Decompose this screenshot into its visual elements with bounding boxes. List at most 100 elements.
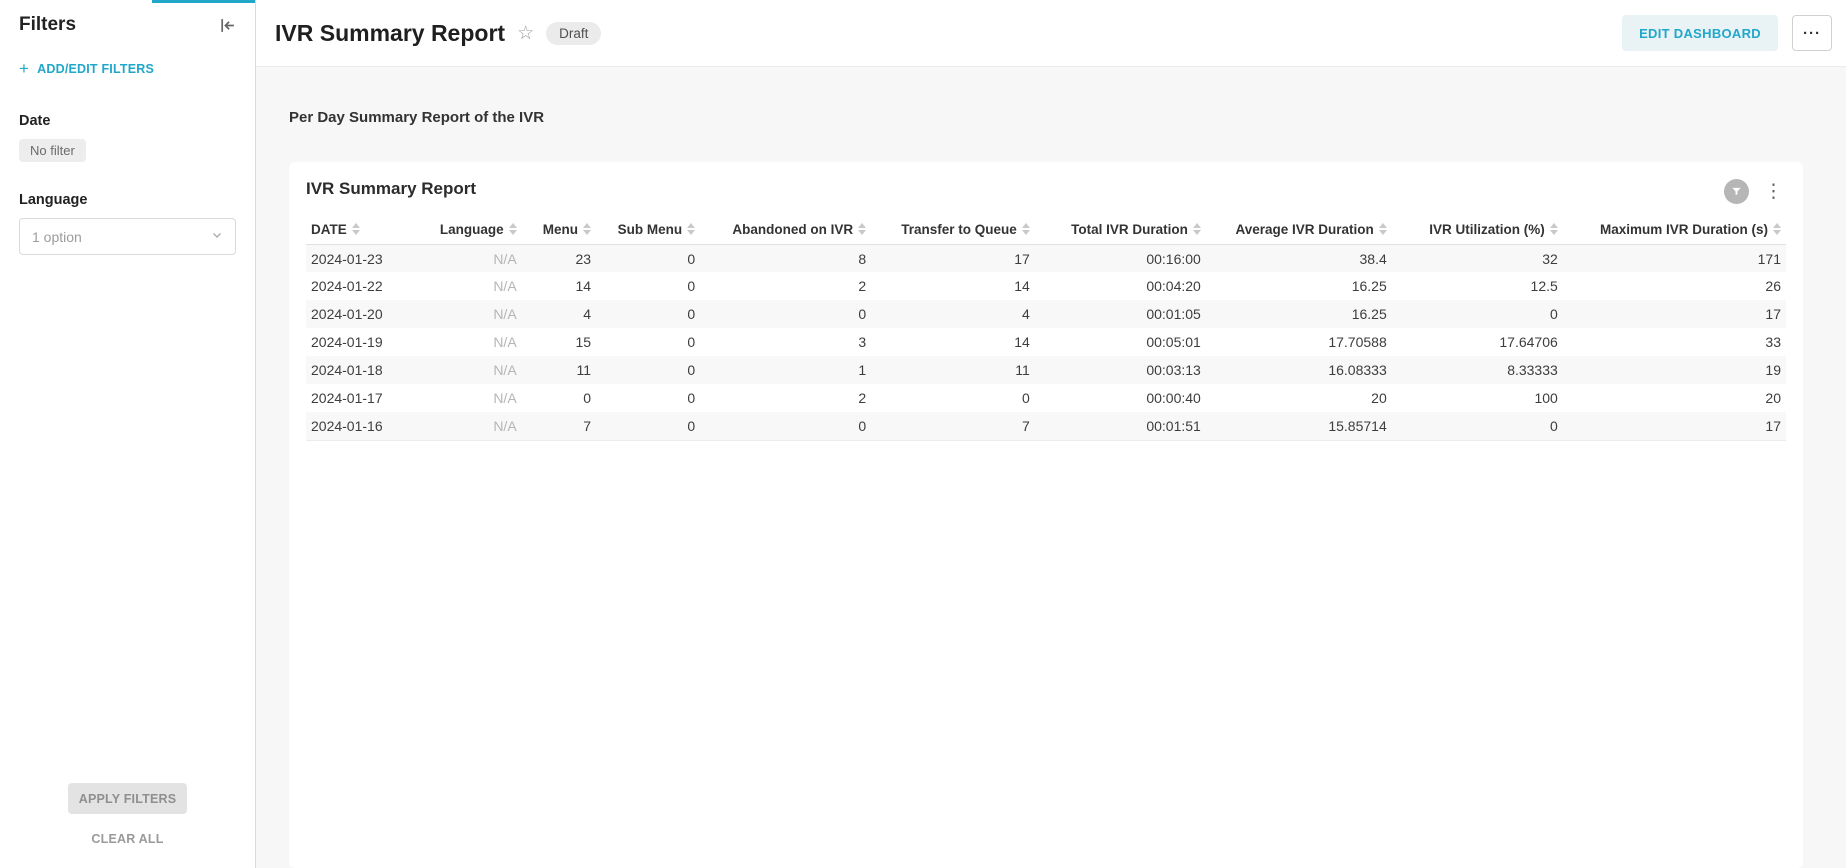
table-cell: 17 (1563, 412, 1786, 440)
sort-icon (687, 223, 695, 235)
table-cell: 14 (522, 272, 596, 300)
table-cell: 00:04:20 (1035, 272, 1206, 300)
table-cell: 2024-01-19 (306, 328, 432, 356)
table-cell: 0 (700, 412, 871, 440)
table-cell: 2024-01-23 (306, 244, 432, 272)
table-cell: 2 (700, 384, 871, 412)
plus-icon: + (19, 60, 29, 77)
table-cell: 2 (700, 272, 871, 300)
table-cell: N/A (432, 412, 521, 440)
table-cell: 15.85714 (1206, 412, 1392, 440)
table-cell: 0 (596, 244, 700, 272)
table-cell: 19 (1563, 356, 1786, 384)
table-cell: 100 (1392, 384, 1563, 412)
table-body: 2024-01-23N/A23081700:16:0038.4321712024… (306, 244, 1786, 440)
table-cell: 12.5 (1392, 272, 1563, 300)
table-cell: 17.70588 (1206, 328, 1392, 356)
chart-card: IVR Summary Report ⋮ DATELanguageMenuSub… (289, 162, 1803, 868)
column-header-menu[interactable]: Menu (522, 216, 596, 244)
table-row: 2024-01-22N/A14021400:04:2016.2512.526 (306, 272, 1786, 300)
sort-icon (509, 223, 517, 235)
column-header-total-ivr-duration[interactable]: Total IVR Duration (1035, 216, 1206, 244)
sort-icon (352, 223, 360, 235)
table-cell: 32 (1392, 244, 1563, 272)
ellipsis-icon: ··· (1803, 25, 1821, 42)
draft-badge: Draft (546, 22, 601, 45)
table-cell: 0 (596, 300, 700, 328)
table-cell: N/A (432, 328, 521, 356)
language-select[interactable]: 1 option (19, 218, 236, 255)
language-select-value: 1 option (32, 229, 82, 245)
chart-kebab-icon[interactable]: ⋮ (1761, 182, 1786, 201)
filters-sidebar: Filters + ADD/EDIT FILTERS Date No filte… (0, 0, 256, 868)
column-header-ivr-utilization[interactable]: IVR Utilization (%) (1392, 216, 1563, 244)
table-cell: N/A (432, 384, 521, 412)
table-cell: 0 (1392, 412, 1563, 440)
table-cell: 8 (700, 244, 871, 272)
page-title: IVR Summary Report (275, 20, 505, 47)
column-header-maximum-ivr-duration-s[interactable]: Maximum IVR Duration (s) (1563, 216, 1786, 244)
app-root: Filters + ADD/EDIT FILTERS Date No filte… (0, 0, 1846, 868)
table-cell: 14 (871, 328, 1035, 356)
cross-filter-icon[interactable] (1724, 179, 1749, 204)
table-cell: 0 (596, 384, 700, 412)
column-header-abandoned-on-ivr[interactable]: Abandoned on IVR (700, 216, 871, 244)
table-row: 2024-01-20N/A400400:01:0516.25017 (306, 300, 1786, 328)
sort-icon (1022, 223, 1030, 235)
table-cell: 00:03:13 (1035, 356, 1206, 384)
table-cell: 4 (522, 300, 596, 328)
column-header-average-ivr-duration[interactable]: Average IVR Duration (1206, 216, 1392, 244)
table-cell: 16.25 (1206, 300, 1392, 328)
apply-filters-button[interactable]: APPLY FILTERS (68, 783, 187, 814)
sort-icon (858, 223, 866, 235)
column-header-language[interactable]: Language (432, 216, 521, 244)
dashboard-description: Per Day Summary Report of the IVR (289, 109, 1803, 126)
date-filter-label: Date (19, 113, 236, 129)
date-filter-group: Date No filter (19, 113, 236, 162)
favorite-star-icon[interactable]: ☆ (517, 24, 534, 43)
edit-dashboard-button[interactable]: EDIT DASHBOARD (1622, 15, 1778, 51)
add-edit-filters-button[interactable]: + ADD/EDIT FILTERS (19, 60, 236, 77)
table-cell: 0 (522, 384, 596, 412)
column-header-transfer-to-queue[interactable]: Transfer to Queue (871, 216, 1035, 244)
table-cell: 2024-01-22 (306, 272, 432, 300)
table-cell: N/A (432, 300, 521, 328)
chart-title: IVR Summary Report (306, 179, 476, 199)
dashboard-body: Per Day Summary Report of the IVR IVR Su… (256, 67, 1846, 868)
more-options-button[interactable]: ··· (1792, 15, 1832, 51)
table-cell: 0 (871, 384, 1035, 412)
table-cell: 14 (871, 272, 1035, 300)
table-header-row: DATELanguageMenuSub MenuAbandoned on IVR… (306, 216, 1786, 244)
table-cell: 0 (596, 272, 700, 300)
dashboard-header: IVR Summary Report ☆ Draft EDIT DASHBOAR… (256, 0, 1846, 67)
table-cell: 0 (700, 300, 871, 328)
table-cell: 26 (1563, 272, 1786, 300)
table-cell: 00:05:01 (1035, 328, 1206, 356)
table-cell: 00:00:40 (1035, 384, 1206, 412)
sort-icon (1773, 223, 1781, 235)
table-cell: N/A (432, 244, 521, 272)
date-filter-chip[interactable]: No filter (19, 139, 86, 162)
table-cell: 15 (522, 328, 596, 356)
dashboard-main: IVR Summary Report ☆ Draft EDIT DASHBOAR… (256, 0, 1846, 868)
table-cell: 16.08333 (1206, 356, 1392, 384)
table-cell: 2024-01-16 (306, 412, 432, 440)
table-cell: 2024-01-20 (306, 300, 432, 328)
table-cell: 17.64706 (1392, 328, 1563, 356)
table-cell: 38.4 (1206, 244, 1392, 272)
table-row: 2024-01-19N/A15031400:05:0117.7058817.64… (306, 328, 1786, 356)
table-cell: N/A (432, 272, 521, 300)
column-header-date[interactable]: DATE (306, 216, 432, 244)
chevron-down-icon (211, 228, 223, 246)
collapse-filters-icon[interactable] (219, 17, 236, 34)
table-row: 2024-01-16N/A700700:01:5115.85714017 (306, 412, 1786, 440)
table-cell: 20 (1563, 384, 1786, 412)
sidebar-accent-line (152, 0, 255, 3)
table-cell: 17 (871, 244, 1035, 272)
table-cell: 0 (596, 356, 700, 384)
column-header-sub-menu[interactable]: Sub Menu (596, 216, 700, 244)
table-cell: 0 (1392, 300, 1563, 328)
sort-icon (583, 223, 591, 235)
clear-all-button[interactable]: CLEAR ALL (91, 832, 163, 846)
table-cell: 11 (871, 356, 1035, 384)
